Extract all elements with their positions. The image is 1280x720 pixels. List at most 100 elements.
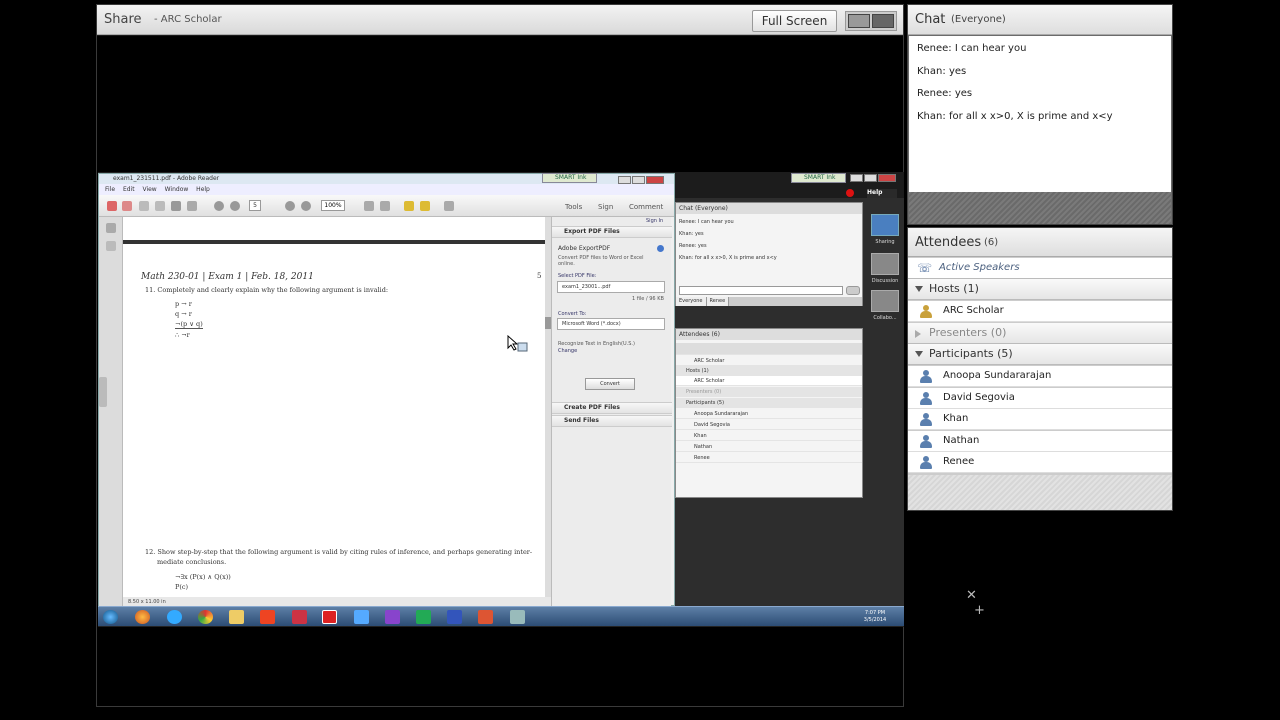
page-divider bbox=[123, 240, 545, 244]
conclusion: ∴ ¬r bbox=[175, 331, 190, 339]
reader-nav-pane bbox=[99, 217, 123, 607]
connect-window-controls bbox=[850, 174, 896, 182]
attendee-name: ARC Scholar bbox=[943, 305, 1004, 316]
close-icon[interactable]: ✕ bbox=[966, 588, 977, 603]
collaboration-label: Collabo... bbox=[873, 315, 897, 321]
share-pod: Share - ARC Scholar Full Screen Help exa… bbox=[96, 4, 985, 707]
attendee-row[interactable]: David Segovia bbox=[908, 388, 1172, 409]
mini-participant-row: Renee bbox=[676, 453, 862, 463]
create-icon bbox=[122, 201, 132, 211]
attendee-row[interactable]: Khan bbox=[908, 409, 1172, 430]
chat-pod-header: Chat (Everyone) bbox=[908, 5, 1172, 35]
mini-chat-input bbox=[679, 286, 843, 295]
mini-chat-line: Renee: I can hear you bbox=[679, 219, 734, 225]
premise-3: ¬(p ∨ q) bbox=[175, 320, 203, 329]
expand-triangle-icon[interactable] bbox=[915, 286, 923, 292]
participants-section[interactable]: Participants (5) bbox=[908, 344, 1172, 365]
comment-icon bbox=[404, 201, 414, 211]
help-menu: Help bbox=[867, 189, 897, 198]
chat-text: I can hear you bbox=[954, 43, 1027, 54]
pod-tools[interactable]: ✕ + bbox=[966, 588, 985, 618]
convert-button: Convert bbox=[585, 378, 635, 390]
mini-chat-sub: (Everyone) bbox=[694, 205, 728, 212]
convert-to-select: Microsoft Word (*.docx) bbox=[557, 318, 665, 330]
smart-tools-icon bbox=[260, 610, 275, 624]
chat-messages[interactable]: Renee: I can hear you Khan: yes Renee: y… bbox=[909, 36, 1171, 192]
close-icon bbox=[646, 176, 664, 184]
highlight-icon bbox=[420, 201, 430, 211]
clock-time: 7:07 PM bbox=[864, 610, 886, 616]
print-icon bbox=[171, 201, 181, 211]
chat-sender: Renee bbox=[917, 88, 949, 99]
recognize-text: Recognize Text in English(U.S.) bbox=[558, 341, 635, 347]
selected-file-field: exam1_23001...pdf bbox=[557, 281, 665, 293]
reader-menu: File Edit View Window Help bbox=[99, 184, 674, 195]
user-icon bbox=[920, 456, 932, 469]
plus-icon[interactable]: + bbox=[974, 603, 985, 618]
mini-hosts-section: Hosts (1) bbox=[676, 366, 862, 376]
mouse-cursor-icon bbox=[507, 335, 528, 352]
zoom-out-icon bbox=[285, 201, 295, 211]
mini-attendees-header: Attendees (6) bbox=[676, 329, 862, 340]
premise-1: p → r bbox=[175, 300, 192, 308]
mini-chat-line: Khan: yes bbox=[679, 231, 704, 237]
formula-1: ¬∃x (P(x) ∧ Q(x)) bbox=[175, 573, 231, 581]
attachments-icon bbox=[106, 241, 116, 251]
app-icon bbox=[510, 610, 525, 624]
minimize-icon bbox=[850, 174, 863, 182]
zoom-box: 100% bbox=[321, 200, 345, 211]
view-toggle[interactable] bbox=[845, 11, 897, 31]
attendee-row-host[interactable]: ARC Scholar bbox=[908, 301, 1172, 322]
presenters-label: Presenters (0) bbox=[929, 326, 1007, 339]
email-icon bbox=[187, 201, 197, 211]
participants-label: Participants (5) bbox=[929, 347, 1013, 360]
expand-triangle-icon[interactable] bbox=[915, 351, 923, 357]
share-pod-title: Share bbox=[104, 12, 142, 27]
fit-view-icon[interactable] bbox=[848, 14, 870, 28]
presenters-section[interactable]: Presenters (0) bbox=[908, 323, 1172, 344]
export-pdf-header: Export PDF Files bbox=[552, 226, 672, 238]
mini-send-icon bbox=[846, 286, 860, 295]
chat-message: Khan: for all x x>0, X is prime and x<y bbox=[917, 111, 1113, 122]
hosts-label: Hosts (1) bbox=[929, 282, 979, 295]
mini-view-toolbar bbox=[676, 343, 862, 355]
hosts-section[interactable]: Hosts (1) bbox=[908, 279, 1172, 300]
chat-audience[interactable]: (Everyone) bbox=[951, 14, 1006, 25]
next-page-icon bbox=[230, 201, 240, 211]
user-icon bbox=[920, 392, 932, 405]
zoom-in-icon bbox=[301, 201, 311, 211]
active-speakers-label: Active Speakers bbox=[939, 262, 1020, 273]
actual-size-icon[interactable] bbox=[872, 14, 894, 28]
mini-attendees-count: (6) bbox=[711, 331, 720, 338]
pane-handle-icon bbox=[99, 377, 107, 407]
close-icon bbox=[878, 174, 896, 182]
attendee-row[interactable]: Anoopa Sundararajan bbox=[908, 366, 1172, 387]
attendee-row[interactable]: Renee bbox=[908, 452, 1172, 473]
word-icon bbox=[447, 610, 462, 624]
discussion-label: Discussion bbox=[871, 278, 899, 284]
smart-ink-tag-2: SMART Ink bbox=[791, 173, 846, 183]
system-tray bbox=[798, 611, 858, 623]
mini-chat-line: Khan: for all x x>0, X is prime and x<y bbox=[679, 255, 777, 261]
mini-active-speaker: ARC Scholar bbox=[676, 356, 862, 366]
shared-screen: Help exam1_231511.pdf - Adobe Reader Fil… bbox=[98, 172, 904, 627]
minimize-icon bbox=[618, 176, 631, 184]
change-link: Change bbox=[558, 348, 578, 354]
mini-presenters-section: Presenters (0) bbox=[676, 387, 862, 397]
start-button-icon bbox=[103, 610, 118, 624]
explorer-icon bbox=[229, 610, 244, 624]
user-icon bbox=[920, 413, 932, 426]
select-file-label: Select PDF File: bbox=[558, 273, 597, 279]
full-screen-button[interactable]: Full Screen bbox=[752, 10, 837, 32]
tools-tab: Tools bbox=[565, 203, 583, 211]
send-files-header: Send Files bbox=[552, 415, 672, 427]
powerpoint-icon bbox=[478, 610, 493, 624]
sharing-label: Sharing bbox=[875, 239, 895, 245]
attendee-row[interactable]: Nathan bbox=[908, 431, 1172, 452]
collapse-triangle-icon[interactable] bbox=[915, 330, 921, 338]
fit-width-icon bbox=[380, 201, 390, 211]
fit-page-icon bbox=[364, 201, 374, 211]
sign-tab: Sign bbox=[598, 203, 614, 211]
attendees-header: Attendees (6) bbox=[908, 228, 1172, 257]
attendees-count: (6) bbox=[984, 237, 999, 248]
